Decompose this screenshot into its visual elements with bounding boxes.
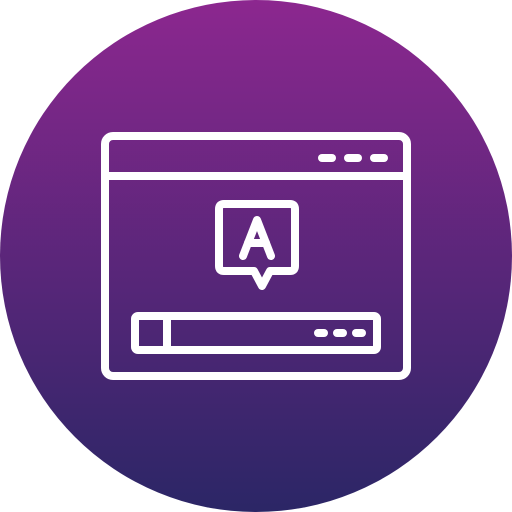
circle-background: [0, 0, 512, 512]
translation-browser-icon: [0, 0, 512, 512]
icon-canvas: [0, 0, 512, 512]
